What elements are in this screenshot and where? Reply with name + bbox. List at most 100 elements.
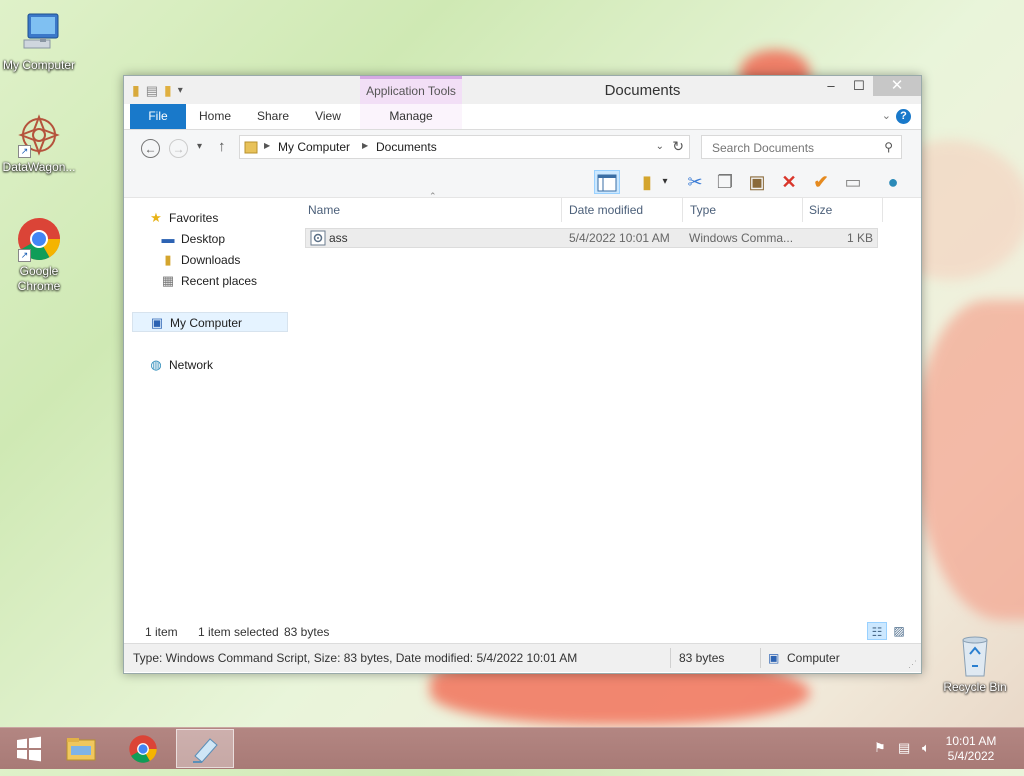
chrome-icon (129, 735, 157, 763)
notepad-icon (193, 738, 218, 763)
network-tray-icon[interactable]: ▤ (898, 740, 910, 756)
folder-check-icon: ▮ (642, 172, 652, 192)
address-dropdown-icon[interactable]: ⌄ (656, 141, 664, 152)
nav-favorites[interactable]: ★ Favorites (148, 208, 218, 228)
help-icon[interactable]: ? (896, 109, 911, 124)
search-box[interactable]: ⚲ (701, 135, 902, 159)
tab-manage[interactable]: Manage (360, 104, 462, 129)
nav-network[interactable]: ◍ Network (148, 355, 213, 375)
file-row[interactable]: ass 5/4/2022 10:01 AM Windows Comma... 1… (305, 228, 878, 248)
column-divider[interactable] (802, 198, 803, 222)
action-center-flag-icon[interactable]: ⚑ (874, 740, 886, 756)
copy-button[interactable]: ❐ (712, 170, 738, 194)
clock-date: 5/4/2022 (947, 749, 995, 763)
wallpaper-bloom (915, 300, 1024, 620)
taskbar-file-explorer[interactable] (52, 729, 110, 768)
delete-button[interactable]: ✕ (776, 170, 802, 194)
taskbar-chrome[interactable] (114, 729, 172, 768)
back-button[interactable]: ← (141, 139, 160, 158)
search-input[interactable] (710, 140, 884, 156)
column-header-name[interactable]: Name (308, 198, 340, 222)
address-bar[interactable]: ▶ My Computer ▶ Documents ⌄ ↻ (239, 135, 690, 159)
details-info: Type: Windows Command Script, Size: 83 b… (133, 651, 578, 665)
desktop-icon: ▬ (161, 231, 175, 246)
file-explorer-icon (66, 738, 96, 761)
globe-icon: ● (887, 172, 899, 192)
nav-label: Favorites (169, 211, 219, 225)
navigation-bar: ← → ▾ ↑ ▶ My Computer ▶ Documents ⌄ ↻ ⚲ (124, 130, 921, 167)
nav-my-computer[interactable]: ▣ My Computer (132, 312, 288, 332)
desktop-icon-label: DataWagon... (2, 160, 76, 174)
details-view-icon[interactable]: ☷ (867, 622, 887, 640)
windows-logo-icon (17, 736, 41, 762)
desktop-icon-my-computer[interactable]: My Computer (0, 10, 78, 73)
breadcrumb-arrow-icon[interactable]: ▶ (362, 141, 368, 150)
resize-grip-icon[interactable]: ⋰ (908, 659, 917, 670)
maximize-button[interactable]: ☐ (845, 76, 873, 96)
clipboard-icon: ▣ (748, 172, 766, 192)
downloads-folder-icon: ▮ (164, 252, 172, 267)
forward-button[interactable]: → (169, 139, 188, 158)
title-bar[interactable]: ▮ ▤ ▮ ▾ Application Tools Documents ‒ ☐ … (124, 76, 921, 104)
tab-home[interactable]: Home (192, 104, 238, 129)
script-file-icon (310, 230, 326, 246)
status-item-count: 1 item (145, 625, 178, 639)
tab-view[interactable]: View (308, 104, 348, 129)
tab-file[interactable]: File (130, 104, 186, 129)
nav-recent-places[interactable]: ▦ Recent places (160, 271, 257, 291)
window-title: Documents (604, 82, 681, 99)
desktop-icon-datawagon[interactable]: ↗ DataWagon... (0, 112, 78, 175)
nav-label: My Computer (170, 316, 243, 330)
desktop-icon-label: My Computer (2, 58, 76, 72)
taskbar: ⚑ ▤ 🔈︎ 10:01 AM 5/4/2022 (0, 727, 1024, 769)
search-icon[interactable]: ⚲ (884, 140, 893, 154)
preview-pane-icon (597, 174, 617, 192)
column-divider[interactable] (561, 198, 562, 222)
rename-button[interactable]: ▭ (840, 170, 866, 194)
large-icons-view-icon[interactable]: ▨ (889, 622, 909, 640)
cut-button[interactable]: ✂ (682, 170, 708, 194)
clock[interactable]: 10:01 AM 5/4/2022 (936, 734, 1006, 764)
refresh-icon[interactable]: ↻ (672, 138, 684, 155)
select-dropdown-icon[interactable]: ▾ (658, 170, 672, 194)
details-size: 83 bytes (679, 651, 725, 665)
nav-desktop[interactable]: ▬ Desktop (160, 229, 226, 249)
start-button[interactable] (0, 729, 58, 768)
sort-ascending-icon: ⌃ (429, 191, 437, 201)
column-divider[interactable] (882, 198, 883, 222)
column-header-date-modified[interactable]: Date modified (569, 198, 643, 222)
close-button[interactable]: ✕ (873, 76, 921, 96)
datawagon-icon: ↗ (16, 112, 62, 158)
taskbar-notepad[interactable] (176, 729, 234, 768)
check-button[interactable]: ✔ (808, 170, 834, 194)
status-bytes: 83 bytes (284, 625, 330, 639)
recent-places-icon: ▦ (161, 273, 175, 288)
expand-ribbon-icon[interactable]: ⌄ (882, 109, 891, 122)
column-divider[interactable] (682, 198, 683, 222)
recent-locations-icon[interactable]: ▾ (197, 141, 202, 152)
preview-pane-button[interactable] (594, 170, 620, 194)
network-globe-button[interactable]: ● (880, 170, 906, 194)
paste-button[interactable]: ▣ (744, 170, 770, 194)
breadcrumb-documents[interactable]: Documents (376, 140, 437, 154)
checkmark-icon: ✔ (813, 172, 829, 192)
column-header-type[interactable]: Type (690, 198, 716, 222)
column-header-size[interactable]: Size (809, 198, 832, 222)
tab-share[interactable]: Share (248, 104, 298, 129)
desktop-icon-label: Google Chrome (17, 264, 61, 293)
divider (760, 648, 761, 668)
scissors-icon: ✂ (687, 172, 703, 192)
up-icon[interactable]: ↑ (218, 138, 226, 155)
status-bar: 1 item 1 item selected 83 bytes ☷ ▨ (124, 618, 921, 643)
desktop-icon-google-chrome[interactable]: ↗ Google Chrome (0, 216, 78, 294)
breadcrumb-arrow-icon[interactable]: ▶ (264, 141, 270, 150)
select-folder-button[interactable]: ▮ (634, 170, 660, 194)
file-type: Windows Comma... (689, 231, 794, 245)
nav-downloads[interactable]: ▮ Downloads (160, 250, 240, 270)
nav-label: Desktop (181, 232, 226, 246)
rename-icon: ▭ (844, 172, 862, 192)
minimize-button[interactable]: ‒ (817, 76, 845, 96)
volume-muted-icon[interactable]: 🔈︎ (922, 740, 930, 756)
breadcrumb-my-computer[interactable]: My Computer (278, 140, 350, 154)
desktop-icon-recycle-bin[interactable]: Recycle Bin (936, 632, 1014, 695)
